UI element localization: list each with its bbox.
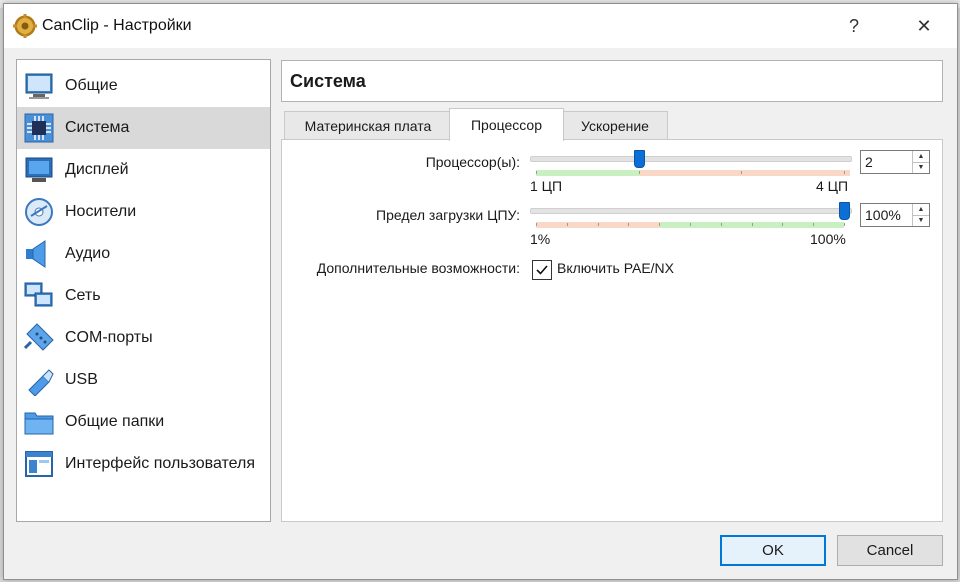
- cpu-safe-zone: [536, 170, 640, 176]
- slider-tick: [597, 223, 599, 226]
- pae-nx-label[interactable]: Включить PAE/NX: [557, 260, 674, 276]
- cpu-count-label: Процессор(ы):: [425, 154, 520, 170]
- sidebar-item-shared-folders[interactable]: Общие папки: [17, 401, 270, 443]
- sidebar-item-label: Сеть: [65, 287, 101, 304]
- gear-app-icon: [13, 14, 37, 38]
- close-button[interactable]: ✕: [903, 11, 945, 41]
- sidebar-item-label: Общие папки: [65, 413, 165, 430]
- help-button[interactable]: ?: [833, 11, 875, 41]
- sidebar-item-label: Общие: [65, 77, 118, 94]
- cancel-button[interactable]: Cancel: [837, 535, 943, 566]
- sidebar-item-audio[interactable]: Аудио: [17, 233, 270, 275]
- sidebar-item-com-ports[interactable]: COM-порты: [17, 317, 270, 359]
- tab-acceleration[interactable]: Ускорение: [562, 111, 668, 140]
- sidebar-item-system[interactable]: Система: [17, 107, 270, 149]
- monitor-general-icon: [25, 73, 53, 99]
- cpu-count-slider-track[interactable]: [530, 156, 852, 162]
- sidebar-item-label: Аудио: [65, 245, 111, 262]
- speaker-icon: [26, 240, 46, 268]
- cpu-count-spinbox[interactable]: 2 ▲ ▼: [860, 150, 930, 174]
- sidebar-item-usb[interactable]: USB: [17, 359, 270, 401]
- network-icon: [24, 282, 53, 307]
- sidebar-item-label: COM-порты: [65, 329, 153, 346]
- cpu-count-slider-thumb[interactable]: [633, 150, 645, 168]
- slider-tick: [638, 171, 640, 174]
- spin-down-icon[interactable]: ▼: [913, 162, 929, 173]
- disc-icon: [25, 198, 53, 226]
- tab-motherboard[interactable]: Материнская плата: [284, 111, 452, 140]
- execution-cap-value: 100%: [865, 207, 901, 223]
- sidebar-item-storage[interactable]: Носители: [17, 191, 270, 233]
- page-title: Система: [290, 71, 366, 91]
- cpu-min-label: 1 ЦП: [530, 178, 563, 194]
- sidebar-item-label: Интерфейс пользователя: [65, 455, 256, 472]
- execution-cap-slider-track[interactable]: [530, 208, 852, 214]
- execution-cap-label: Предел загрузки ЦПУ:: [376, 207, 520, 223]
- slider-tick: [844, 223, 845, 226]
- sidebar-item-general[interactable]: Общие: [17, 65, 270, 107]
- tab-panel-processor: [281, 139, 943, 522]
- slider-tick: [659, 223, 661, 226]
- sidebar-item-user-interface[interactable]: Интерфейс пользователя: [17, 443, 270, 485]
- chip-icon: [24, 113, 54, 143]
- cpu-max-label: 4 ЦП: [816, 178, 849, 194]
- slider-tick: [844, 171, 845, 174]
- slider-tick: [741, 171, 743, 174]
- serial-port-icon: [23, 323, 54, 351]
- section-header: Система: [281, 60, 943, 102]
- cap-max-label: 100%: [810, 231, 846, 247]
- sidebar-item-label: USB: [65, 371, 98, 388]
- folder-icon: [24, 412, 54, 435]
- extended-features-label: Дополнительные возможности:: [316, 260, 520, 276]
- settings-sidebar: Общие Система Дисплей Носители Аудио Сет…: [16, 59, 271, 522]
- execution-cap-slider-thumb[interactable]: [839, 202, 850, 220]
- tab-processor[interactable]: Процессор: [449, 108, 564, 141]
- cpu-warning-zone: [640, 170, 850, 176]
- settings-dialog: CanClip - Настройки ? ✕ Общие Система Ди…: [3, 3, 958, 580]
- cap-min-label: 1%: [530, 231, 551, 247]
- slider-tick: [536, 171, 537, 174]
- slider-tick: [751, 223, 753, 226]
- cpu-count-value: 2: [865, 154, 873, 170]
- title-bar: CanClip - Настройки ? ✕: [4, 4, 957, 48]
- display-icon: [25, 157, 53, 182]
- slider-tick: [690, 223, 691, 226]
- window-title: CanClip - Настройки: [42, 17, 192, 34]
- sidebar-item-label: Дисплей: [65, 161, 129, 178]
- ok-button[interactable]: OK: [720, 535, 826, 566]
- pae-nx-checkbox[interactable]: [532, 260, 552, 280]
- slider-tick: [536, 223, 537, 226]
- slider-tick: [813, 223, 815, 226]
- sidebar-item-network[interactable]: Сеть: [17, 275, 270, 317]
- slider-tick: [628, 223, 630, 226]
- sidebar-item-label: Система: [65, 119, 130, 136]
- window-ui-icon: [25, 451, 53, 477]
- slider-tick: [566, 223, 568, 226]
- slider-tick: [782, 223, 784, 226]
- sidebar-item-display[interactable]: Дисплей: [17, 149, 270, 191]
- usb-icon: [28, 369, 54, 396]
- execution-cap-spinbox[interactable]: 100% ▲ ▼: [860, 203, 930, 227]
- sidebar-item-label: Носители: [65, 203, 137, 220]
- checkmark-icon: [536, 265, 548, 275]
- spin-down-icon[interactable]: ▼: [913, 215, 929, 226]
- slider-tick: [720, 223, 722, 226]
